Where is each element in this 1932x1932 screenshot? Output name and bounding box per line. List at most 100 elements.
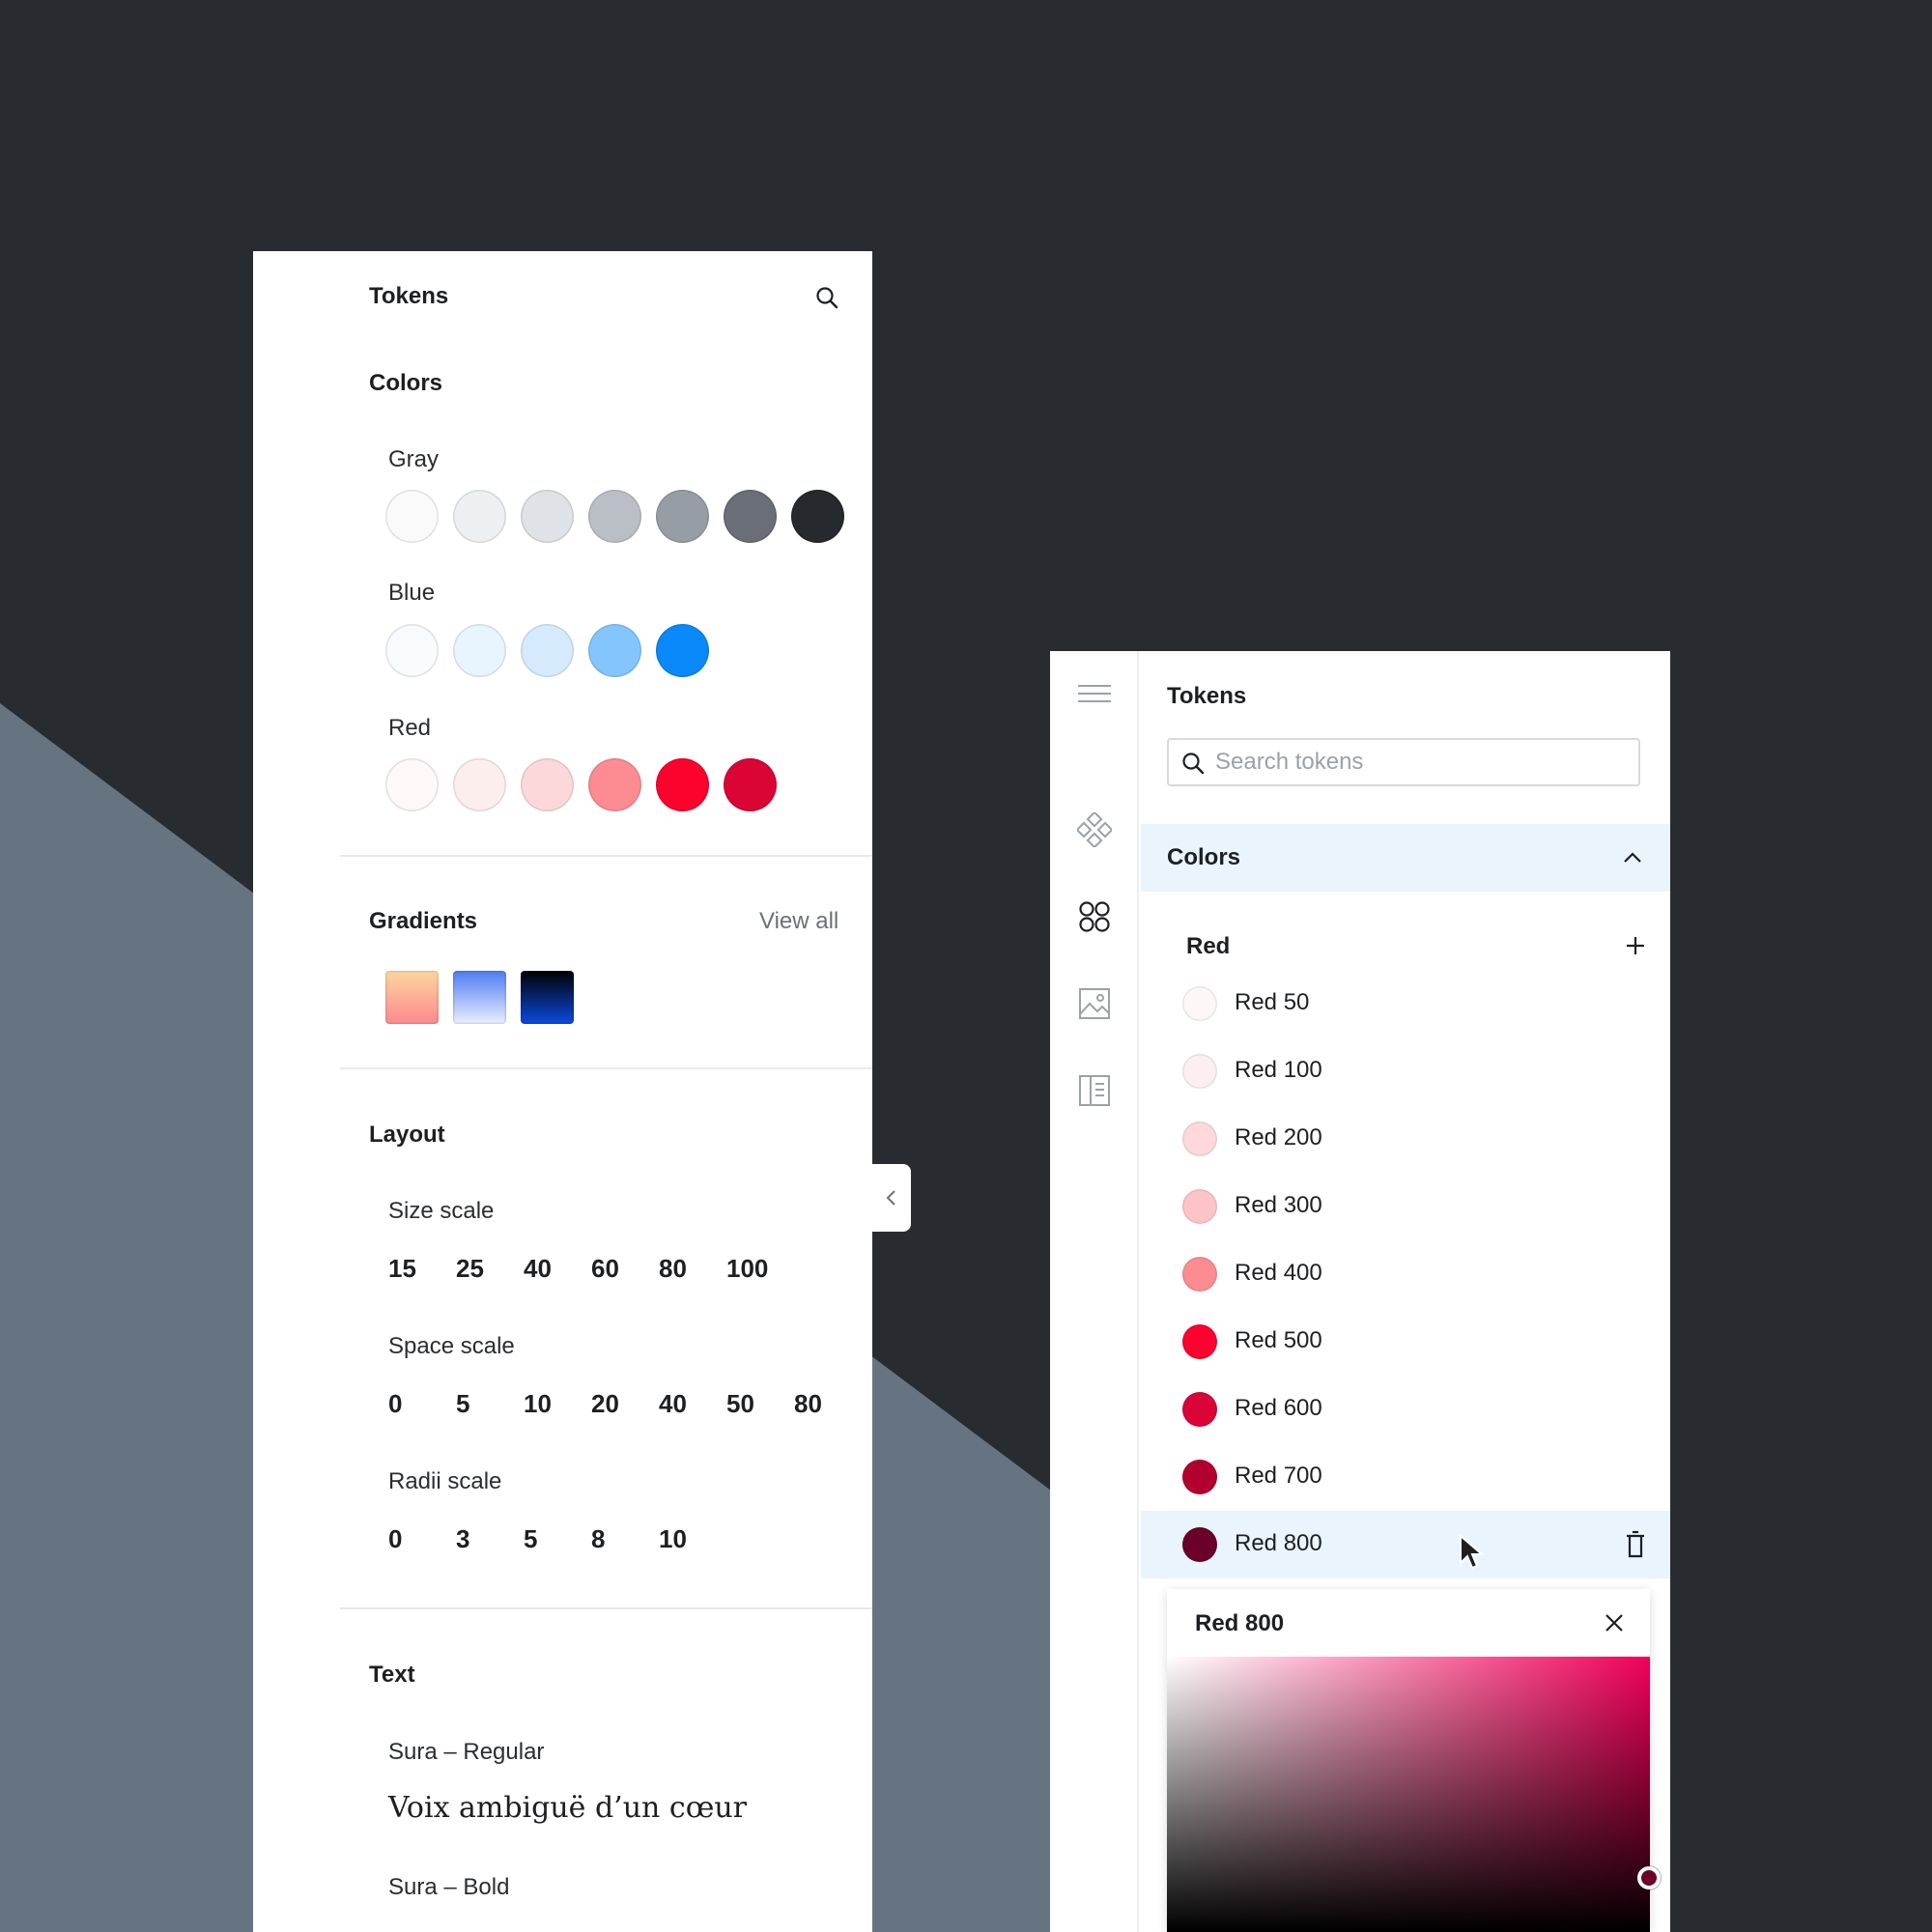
- blue-swatch[interactable]: [453, 624, 506, 677]
- color-dot: [1182, 1257, 1217, 1292]
- token-label: Red 800: [1235, 1530, 1322, 1556]
- radii-scale-value[interactable]: 10: [659, 1524, 687, 1554]
- token-item-red-600[interactable]: Red 600: [1141, 1376, 1670, 1443]
- components-icon[interactable]: [1073, 809, 1116, 851]
- token-label: Red 500: [1235, 1327, 1322, 1353]
- token-item-red-200[interactable]: Red 200: [1141, 1105, 1670, 1173]
- color-dot: [1182, 1122, 1217, 1156]
- red-swatch[interactable]: [385, 758, 439, 811]
- space-scale-value[interactable]: 50: [726, 1389, 754, 1419]
- blue-label: Blue: [388, 580, 436, 606]
- color-picker-handle[interactable]: [1637, 1866, 1661, 1889]
- document-icon[interactable]: [1073, 1069, 1116, 1112]
- token-label: Red 200: [1235, 1124, 1322, 1151]
- gray-swatch[interactable]: [791, 490, 844, 543]
- token-item-red-400[interactable]: Red 400: [1141, 1240, 1670, 1308]
- blue-swatch[interactable]: [521, 624, 574, 677]
- colors-section-title: Colors: [369, 370, 443, 396]
- color-dot: [1182, 1054, 1217, 1089]
- red-swatch[interactable]: [724, 758, 777, 811]
- space-scale-value[interactable]: 5: [456, 1389, 469, 1419]
- search-input[interactable]: [1215, 740, 1631, 784]
- font-bold-label: Sura – Bold: [388, 1874, 510, 1900]
- panel-title: Tokens: [1167, 683, 1247, 709]
- space-scale-value[interactable]: 40: [659, 1389, 687, 1419]
- blue-swatch[interactable]: [588, 624, 641, 677]
- size-scale-value[interactable]: 25: [456, 1254, 484, 1284]
- picker-title: Red 800: [1195, 1610, 1285, 1636]
- radii-scale-value[interactable]: 3: [456, 1524, 469, 1554]
- gray-swatch[interactable]: [588, 490, 641, 543]
- collapse-panel-button[interactable]: [872, 1164, 911, 1232]
- space-scale-value[interactable]: 10: [524, 1389, 552, 1419]
- red-swatch[interactable]: [588, 758, 641, 811]
- menu-icon[interactable]: [1073, 672, 1116, 715]
- layout-section-title: Layout: [369, 1122, 445, 1148]
- search-field[interactable]: [1167, 738, 1640, 786]
- divider: [340, 1067, 872, 1069]
- size-scale-value[interactable]: 40: [524, 1254, 552, 1284]
- view-all-link[interactable]: View all: [759, 908, 838, 935]
- saturation-value-area[interactable]: [1167, 1657, 1650, 1932]
- plus-icon[interactable]: [1621, 931, 1650, 960]
- space-scale-value[interactable]: 20: [591, 1389, 619, 1419]
- radii-scale-value[interactable]: 0: [388, 1524, 402, 1554]
- red-swatch[interactable]: [453, 758, 506, 811]
- color-dot: [1182, 1324, 1217, 1359]
- radii-scale-value[interactable]: 5: [524, 1524, 537, 1554]
- font-regular-label: Sura – Regular: [388, 1739, 545, 1765]
- radii-scale-value[interactable]: 8: [591, 1524, 605, 1554]
- image-icon[interactable]: [1073, 982, 1116, 1025]
- token-label: Red 100: [1235, 1057, 1322, 1083]
- tokens-icon[interactable]: [1073, 895, 1116, 938]
- chevron-up-icon[interactable]: [1622, 847, 1643, 868]
- gray-swatch[interactable]: [656, 490, 709, 543]
- token-item-red-700[interactable]: Red 700: [1141, 1443, 1670, 1511]
- color-dot: [1182, 1189, 1217, 1224]
- text-section-title: Text: [369, 1662, 415, 1688]
- token-item-red-50[interactable]: Red 50: [1141, 970, 1670, 1037]
- blue-swatches: [385, 624, 709, 677]
- space-scale-value[interactable]: 80: [794, 1389, 822, 1419]
- token-item-red-800[interactable]: Red 800: [1141, 1511, 1670, 1578]
- blue-swatch[interactable]: [385, 624, 439, 677]
- blue-swatch[interactable]: [656, 624, 709, 677]
- gradient-swatch[interactable]: [385, 971, 439, 1024]
- red-swatches: [385, 758, 777, 811]
- token-item-red-300[interactable]: Red 300: [1141, 1173, 1670, 1240]
- token-item-red-500[interactable]: Red 500: [1141, 1308, 1670, 1376]
- size-scale-value[interactable]: 80: [659, 1254, 687, 1284]
- close-icon[interactable]: [1604, 1612, 1625, 1634]
- red-swatch[interactable]: [521, 758, 574, 811]
- color-dot: [1182, 1527, 1217, 1562]
- token-item-red-100[interactable]: Red 100: [1141, 1037, 1670, 1105]
- red-group-label: Red: [1186, 933, 1231, 959]
- red-swatch[interactable]: [656, 758, 709, 811]
- gray-swatch[interactable]: [385, 490, 439, 543]
- divider: [340, 1607, 872, 1609]
- gray-swatch[interactable]: [453, 490, 506, 543]
- size-scale-value[interactable]: 60: [591, 1254, 619, 1284]
- size-scale-value[interactable]: 15: [388, 1254, 416, 1284]
- size-scale-value[interactable]: 100: [726, 1254, 768, 1284]
- colors-section-header[interactable]: Colors: [1141, 824, 1670, 892]
- space-scale-value[interactable]: 0: [388, 1389, 402, 1419]
- color-dot: [1182, 1460, 1217, 1494]
- search-icon: [1182, 753, 1205, 775]
- gradient-swatch[interactable]: [521, 971, 574, 1024]
- trash-icon[interactable]: [1624, 1530, 1647, 1559]
- radii-scale-label: Radii scale: [388, 1468, 502, 1494]
- color-dot: [1182, 1392, 1217, 1427]
- search-icon[interactable]: [810, 280, 844, 315]
- gray-label: Gray: [388, 446, 440, 472]
- space-scale-label: Space scale: [388, 1333, 515, 1359]
- size-scale-label: Size scale: [388, 1198, 495, 1224]
- colors-section-label: Colors: [1167, 844, 1241, 870]
- gradient-swatch[interactable]: [453, 971, 506, 1024]
- red-label: Red: [388, 715, 432, 741]
- gray-swatch[interactable]: [724, 490, 777, 543]
- gray-swatch[interactable]: [521, 490, 574, 543]
- chevron-left-icon: [886, 1190, 895, 1206]
- gradient-swatches: [385, 971, 574, 1024]
- gradients-section-title: Gradients: [369, 908, 478, 934]
